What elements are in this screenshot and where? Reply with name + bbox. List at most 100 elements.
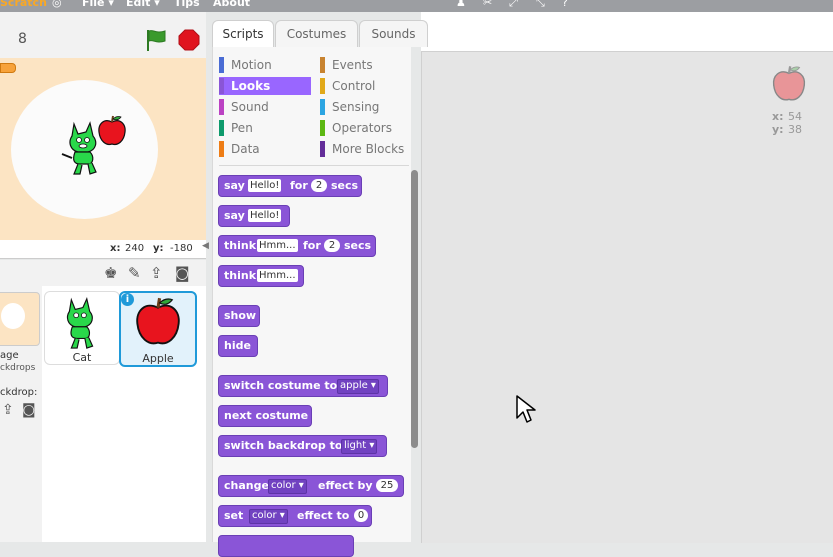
block-think-for-secs[interactable]: think Hmm... for 2 secs bbox=[218, 235, 376, 257]
category-sound[interactable]: Sound bbox=[219, 98, 311, 116]
collapse-stage-handle[interactable]: ◀ bbox=[202, 241, 210, 255]
backdrop-dropdown[interactable]: light ▾ bbox=[341, 439, 378, 454]
block-show[interactable]: show bbox=[218, 305, 260, 327]
globe-icon[interactable]: ◎ bbox=[52, 0, 62, 9]
sound-swatch bbox=[219, 99, 224, 115]
block-text: next costume bbox=[224, 409, 309, 422]
block-text: show bbox=[224, 309, 257, 322]
effect-value-input[interactable]: 0 bbox=[354, 509, 368, 522]
grow-icon[interactable]: ⤢ bbox=[509, 0, 518, 10]
variable-monitor[interactable] bbox=[0, 63, 16, 73]
mouse-cursor-icon bbox=[516, 395, 536, 423]
category-pen-label: Pen bbox=[231, 121, 253, 135]
menu-about[interactable]: About bbox=[213, 0, 250, 9]
help-icon[interactable]: ? bbox=[562, 0, 568, 9]
message-input[interactable]: Hmm... bbox=[257, 239, 298, 252]
duplicate-icon[interactable]: ♟ bbox=[456, 0, 466, 9]
menu-tips[interactable]: Tips bbox=[174, 0, 200, 9]
sprite-toolbar: ♚ ✎ ⇪ ◙ bbox=[0, 260, 206, 286]
motion-swatch bbox=[219, 57, 224, 73]
data-swatch bbox=[219, 141, 224, 157]
block-text: set bbox=[224, 509, 244, 522]
y-label: y: bbox=[153, 243, 164, 254]
more-blocks-swatch bbox=[320, 141, 325, 157]
pen-swatch bbox=[219, 120, 224, 136]
message-input[interactable]: Hello! bbox=[248, 179, 282, 192]
scratch-logo[interactable]: Scratch bbox=[0, 0, 47, 9]
category-more-blocks[interactable]: More Blocks bbox=[320, 140, 408, 158]
block-text: switch costume to bbox=[224, 379, 338, 392]
apple-sprite-icon bbox=[772, 66, 806, 101]
block-text: think bbox=[224, 239, 257, 252]
upload-backdrop-icon[interactable]: ⇪ bbox=[2, 402, 14, 418]
block-switch-backdrop[interactable]: switch backdrop to light ▾ bbox=[218, 435, 387, 457]
effect-amount-input[interactable]: 25 bbox=[376, 479, 398, 492]
y-value: -180 bbox=[170, 243, 193, 254]
category-pen[interactable]: Pen bbox=[219, 119, 311, 137]
effect-dropdown[interactable]: color ▾ bbox=[249, 509, 288, 524]
block-think[interactable]: think Hmm... bbox=[218, 265, 304, 287]
category-control[interactable]: Control bbox=[320, 77, 408, 95]
backdrops-count-label: ckdrops bbox=[0, 363, 36, 373]
sprite-card-cat[interactable]: Cat bbox=[44, 291, 120, 365]
choose-sprite-icon[interactable]: ♚ bbox=[104, 264, 117, 282]
block-clear-graphic-effects[interactable] bbox=[218, 535, 354, 557]
paint-sprite-icon[interactable]: ✎ bbox=[128, 264, 141, 282]
block-say-for-secs[interactable]: say Hello! for 2 secs bbox=[218, 175, 362, 197]
upload-sprite-icon[interactable]: ⇪ bbox=[150, 264, 163, 282]
tab-costumes[interactable]: Costumes bbox=[275, 20, 358, 47]
category-more-blocks-label: More Blocks bbox=[332, 142, 405, 156]
project-version-label: 8 bbox=[18, 31, 27, 47]
menu-bar: Scratch ◎ File ▾ Edit ▾ Tips About ♟ ✂ ⤢… bbox=[0, 0, 833, 12]
menu-file[interactable]: File ▾ bbox=[82, 0, 114, 9]
costume-dropdown[interactable]: apple ▾ bbox=[337, 379, 379, 394]
sprite-name-apple: Apple bbox=[142, 352, 174, 365]
block-switch-costume[interactable]: switch costume to apple ▾ bbox=[218, 375, 388, 397]
block-change-effect[interactable]: change color ▾ effect by 25 bbox=[218, 475, 404, 497]
block-hide[interactable]: hide bbox=[218, 335, 258, 357]
cut-icon[interactable]: ✂ bbox=[483, 0, 492, 9]
stage-thumb-circle bbox=[1, 303, 25, 329]
camera-backdrop-icon[interactable]: ◙ bbox=[22, 402, 36, 418]
x-label: x: bbox=[110, 243, 121, 254]
block-say[interactable]: say Hello! bbox=[218, 205, 290, 227]
current-sprite-info: x: 54 y: 38 bbox=[760, 64, 820, 136]
category-sensing-label: Sensing bbox=[332, 100, 380, 114]
block-text: hide bbox=[224, 339, 251, 352]
category-events[interactable]: Events bbox=[320, 56, 408, 74]
category-looks[interactable]: Looks bbox=[219, 77, 311, 95]
category-operators[interactable]: Operators bbox=[320, 119, 408, 137]
operators-swatch bbox=[320, 120, 325, 136]
green-flag-icon[interactable] bbox=[144, 28, 168, 52]
camera-sprite-icon[interactable]: ◙ bbox=[175, 264, 190, 282]
sprite-card-apple[interactable]: Apple i bbox=[119, 291, 197, 367]
apple-sprite[interactable] bbox=[96, 114, 128, 148]
stop-sign-icon[interactable] bbox=[178, 29, 200, 51]
tab-sounds[interactable]: Sounds bbox=[359, 20, 428, 47]
menu-edit[interactable]: Edit ▾ bbox=[126, 0, 160, 9]
category-data[interactable]: Data bbox=[219, 140, 311, 158]
block-text: say bbox=[224, 209, 245, 222]
message-input[interactable]: Hello! bbox=[248, 209, 282, 222]
block-text: say bbox=[224, 179, 245, 192]
control-swatch bbox=[320, 78, 325, 94]
category-sensing[interactable]: Sensing bbox=[320, 98, 408, 116]
effect-dropdown[interactable]: color ▾ bbox=[268, 479, 307, 494]
category-looks-label: Looks bbox=[231, 79, 271, 93]
block-text: think bbox=[224, 269, 257, 282]
stage-thumbnail[interactable] bbox=[0, 292, 40, 346]
shrink-icon[interactable]: ⤡ bbox=[536, 0, 545, 10]
x-value: 240 bbox=[125, 243, 145, 254]
tab-scripts[interactable]: Scripts bbox=[212, 20, 274, 48]
block-set-effect[interactable]: set color ▾ effect to 0 bbox=[218, 505, 372, 527]
category-motion[interactable]: Motion bbox=[219, 56, 311, 74]
palette-scrollbar[interactable] bbox=[411, 170, 418, 448]
stage-thumbnail-pane: age ckdrops ckdrop: ⇪ ◙ bbox=[0, 286, 43, 542]
block-text: change bbox=[224, 479, 269, 492]
message-input[interactable]: Hmm... bbox=[257, 269, 298, 282]
seconds-input[interactable]: 2 bbox=[324, 239, 340, 252]
sensing-swatch bbox=[320, 99, 325, 115]
block-next-costume[interactable]: next costume bbox=[218, 405, 312, 427]
info-icon[interactable]: i bbox=[121, 293, 134, 306]
seconds-input[interactable]: 2 bbox=[311, 179, 327, 192]
